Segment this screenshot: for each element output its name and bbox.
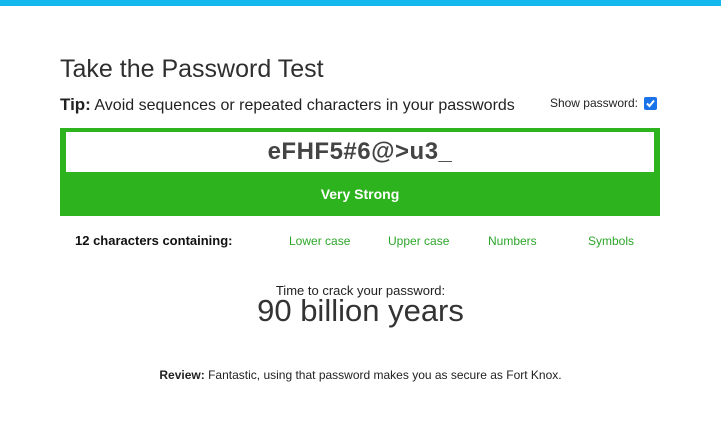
password-input[interactable]: eFHF5#6@>u3_: [66, 132, 654, 172]
crack-time-value: 90 billion years: [257, 293, 464, 328]
criteria-row: 12 characters containing: Lower case Upp…: [60, 233, 660, 251]
review-row: Review: Fantastic, using that password m…: [0, 368, 721, 382]
show-password-label: Show password:: [549, 96, 638, 110]
show-password-checkbox[interactable]: [644, 96, 657, 110]
criteria-upper-case: Upper case: [388, 234, 450, 248]
review-text: Fantastic, using that password makes you…: [208, 368, 562, 382]
checkmark-icon: [646, 99, 655, 107]
page-title: Take the Password Test: [60, 55, 324, 83]
tip-label: Tip:: [60, 95, 91, 114]
top-accent-bar: [0, 0, 721, 6]
strength-meter: eFHF5#6@>u3_ Very Strong: [60, 128, 660, 216]
show-password-toggle[interactable]: Show password:: [550, 96, 657, 110]
review-label: Review:: [159, 368, 205, 382]
criteria-symbols: Symbols: [588, 234, 635, 248]
character-count-label: 12 characters containing:: [75, 233, 233, 248]
criteria-numbers: Numbers: [488, 234, 537, 248]
tip-text: Avoid sequences or repeated characters i…: [94, 97, 515, 114]
criteria-lower-case: Lower case: [289, 234, 351, 248]
tip-row: Tip: Avoid sequences or repeated charact…: [60, 95, 660, 115]
strength-label: Very Strong: [320, 186, 400, 202]
